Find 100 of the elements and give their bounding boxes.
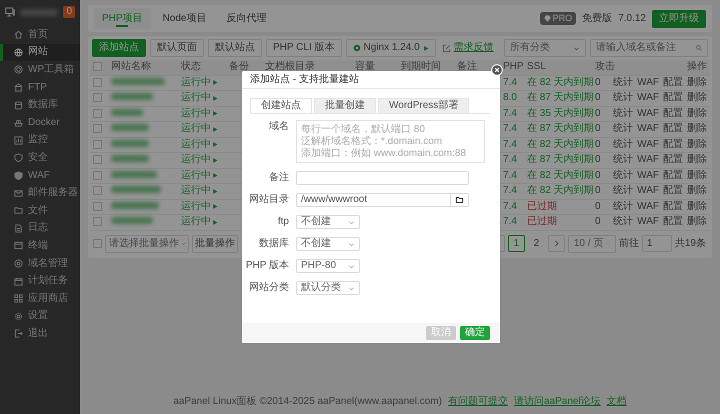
browse-folder-button[interactable] — [450, 194, 468, 206]
sidebar-item[interactable]: 设置 — [0, 308, 80, 326]
checkbox[interactable] — [93, 239, 102, 248]
checkbox[interactable] — [93, 62, 102, 72]
action-link[interactable]: 配置 — [663, 170, 683, 182]
action-link[interactable]: 删除 — [687, 185, 707, 198]
php-version[interactable]: 7.4 — [503, 108, 517, 119]
sidebar-item[interactable]: 日志 — [0, 220, 80, 238]
action-link[interactable]: 删除 — [687, 76, 707, 89]
sidebar-item[interactable]: 邮件服务器 — [0, 184, 80, 202]
action-link[interactable]: 配置 — [663, 123, 683, 136]
ssl-status[interactable]: 已过期 — [527, 216, 557, 228]
status-link[interactable]: 运行中 — [181, 108, 218, 120]
action-link[interactable]: 删除 — [687, 154, 707, 166]
action-link[interactable]: 统计 — [613, 123, 634, 136]
tab[interactable]: 批量创建 — [314, 98, 376, 113]
checkbox[interactable] — [93, 78, 102, 87]
sidebar-item[interactable]: WP工具箱 — [0, 61, 80, 79]
checkbox[interactable] — [93, 140, 102, 149]
confirm-button[interactable]: 确定 — [460, 326, 490, 340]
ssl-status[interactable]: 在 82 天内到期 — [527, 76, 594, 88]
ssl-status[interactable]: 已过期 — [527, 200, 557, 212]
status-link[interactable]: 运行中 — [181, 154, 218, 166]
footer-link[interactable]: 请访问aaPanel论坛 — [514, 396, 601, 408]
action-link[interactable]: 配置 — [663, 76, 683, 89]
status-link[interactable]: 运行中 — [181, 92, 218, 104]
status-link[interactable]: 运行中 — [181, 216, 218, 228]
action-link[interactable]: 统计 — [613, 138, 634, 151]
action-link[interactable]: 删除 — [687, 200, 707, 213]
action-link[interactable]: 配置 — [663, 108, 683, 120]
select-field[interactable]: 不创建 — [296, 215, 360, 229]
sidebar-item[interactable]: Docker — [0, 114, 80, 132]
sidebar-item[interactable]: 监控 — [0, 132, 80, 150]
action-link[interactable]: 统计 — [613, 200, 634, 213]
sidebar-item[interactable]: WAF — [0, 166, 80, 184]
page-button[interactable]: 1 — [508, 235, 525, 252]
tab[interactable]: 反向代理 — [218, 8, 274, 29]
checkbox[interactable] — [93, 93, 102, 102]
action-link[interactable]: 删除 — [687, 108, 707, 120]
status-link[interactable]: 运行中 — [181, 138, 218, 151]
checkbox[interactable] — [93, 217, 102, 226]
status-link[interactable]: 运行中 — [181, 200, 218, 213]
tab[interactable]: Node项目 — [154, 8, 214, 29]
sidebar-item[interactable]: 退出 — [0, 325, 80, 343]
feedback-link[interactable]: 需求反馈 — [442, 42, 494, 54]
tab[interactable]: 创建站点 — [250, 98, 312, 113]
checkbox[interactable] — [93, 186, 102, 196]
action-link[interactable]: 删除 — [687, 92, 707, 104]
action-link[interactable]: 删除 — [687, 216, 707, 228]
php-version[interactable]: 7.4 — [503, 76, 517, 88]
php-version[interactable]: 8.0 — [503, 92, 517, 104]
ssl-status[interactable]: 在 87 天内到期 — [527, 123, 594, 134]
sidebar-item[interactable]: 网站 — [0, 44, 80, 62]
sidebar-item[interactable]: 安全 — [0, 149, 80, 167]
action-link[interactable]: 删除 — [687, 170, 707, 182]
status-link[interactable]: 运行中 — [181, 185, 218, 198]
php-version[interactable]: 7.4 — [503, 154, 517, 166]
domain-input-field[interactable]: 每行一个域名，默认端口 80 泛解析域名格式：*.domain.com 添加端口：例如 www.domain.com:88 — [296, 120, 485, 163]
tab[interactable]: WordPress部署 — [378, 98, 470, 113]
action-link[interactable]: 删除 — [687, 138, 707, 151]
checkbox[interactable] — [93, 108, 102, 118]
select-field[interactable]: PHP-80 — [296, 259, 360, 273]
page-size-select[interactable]: 10 / 页 — [568, 234, 616, 252]
php-version[interactable]: 7.4 — [503, 138, 517, 150]
footer-link[interactable]: 有问题可提交 — [448, 396, 508, 408]
batch-button[interactable]: 批量操作 — [192, 234, 238, 252]
action-link[interactable]: WAF — [637, 76, 659, 89]
sidebar-item[interactable]: 终端 — [0, 237, 80, 255]
php-version[interactable]: 7.4 — [503, 216, 517, 228]
ssl-status[interactable]: 在 82 天内到期 — [527, 138, 594, 150]
toolbar-button[interactable]: 添加站点 — [92, 39, 146, 57]
action-link[interactable]: WAF — [637, 138, 659, 151]
sidebar-item[interactable]: 计划任务 — [0, 272, 80, 290]
php-version[interactable]: 7.4 — [503, 123, 517, 134]
sidebar-item[interactable]: 应用商店 — [0, 290, 80, 308]
footer-link[interactable]: 文档 — [606, 396, 627, 408]
checkbox[interactable] — [93, 155, 102, 164]
php-version[interactable]: 7.4 — [503, 185, 517, 196]
ssl-status[interactable]: 在 87 天内到期 — [527, 92, 594, 104]
action-link[interactable]: 统计 — [613, 76, 634, 89]
batch-select[interactable]: 请选择批量操作 — [105, 234, 189, 252]
status-link[interactable]: 运行中 — [181, 123, 218, 136]
action-link[interactable]: 删除 — [687, 123, 707, 136]
select-field[interactable]: 默认分类 — [296, 281, 360, 295]
action-link[interactable]: WAF — [637, 170, 659, 182]
sidebar-item[interactable]: FTP — [0, 78, 80, 96]
php-version[interactable]: 7.4 — [503, 200, 517, 212]
page-number-field[interactable]: 1 — [642, 235, 672, 252]
action-link[interactable]: 统计 — [613, 108, 634, 120]
action-link[interactable]: WAF — [637, 154, 659, 166]
action-link[interactable]: WAF — [637, 123, 659, 136]
toolbar-button[interactable]: 默认页面 — [150, 39, 204, 57]
action-link[interactable]: 配置 — [663, 92, 683, 104]
ssl-status[interactable]: 在 87 天内到期 — [527, 154, 594, 166]
action-link[interactable]: 配置 — [663, 185, 683, 198]
ssl-status[interactable]: 在 82 天内到期 — [527, 185, 594, 196]
php-version[interactable]: 7.4 — [503, 170, 517, 181]
next-page-button[interactable] — [548, 235, 565, 252]
sidebar-item[interactable]: 首页 — [0, 26, 80, 44]
checkbox[interactable] — [93, 202, 102, 211]
